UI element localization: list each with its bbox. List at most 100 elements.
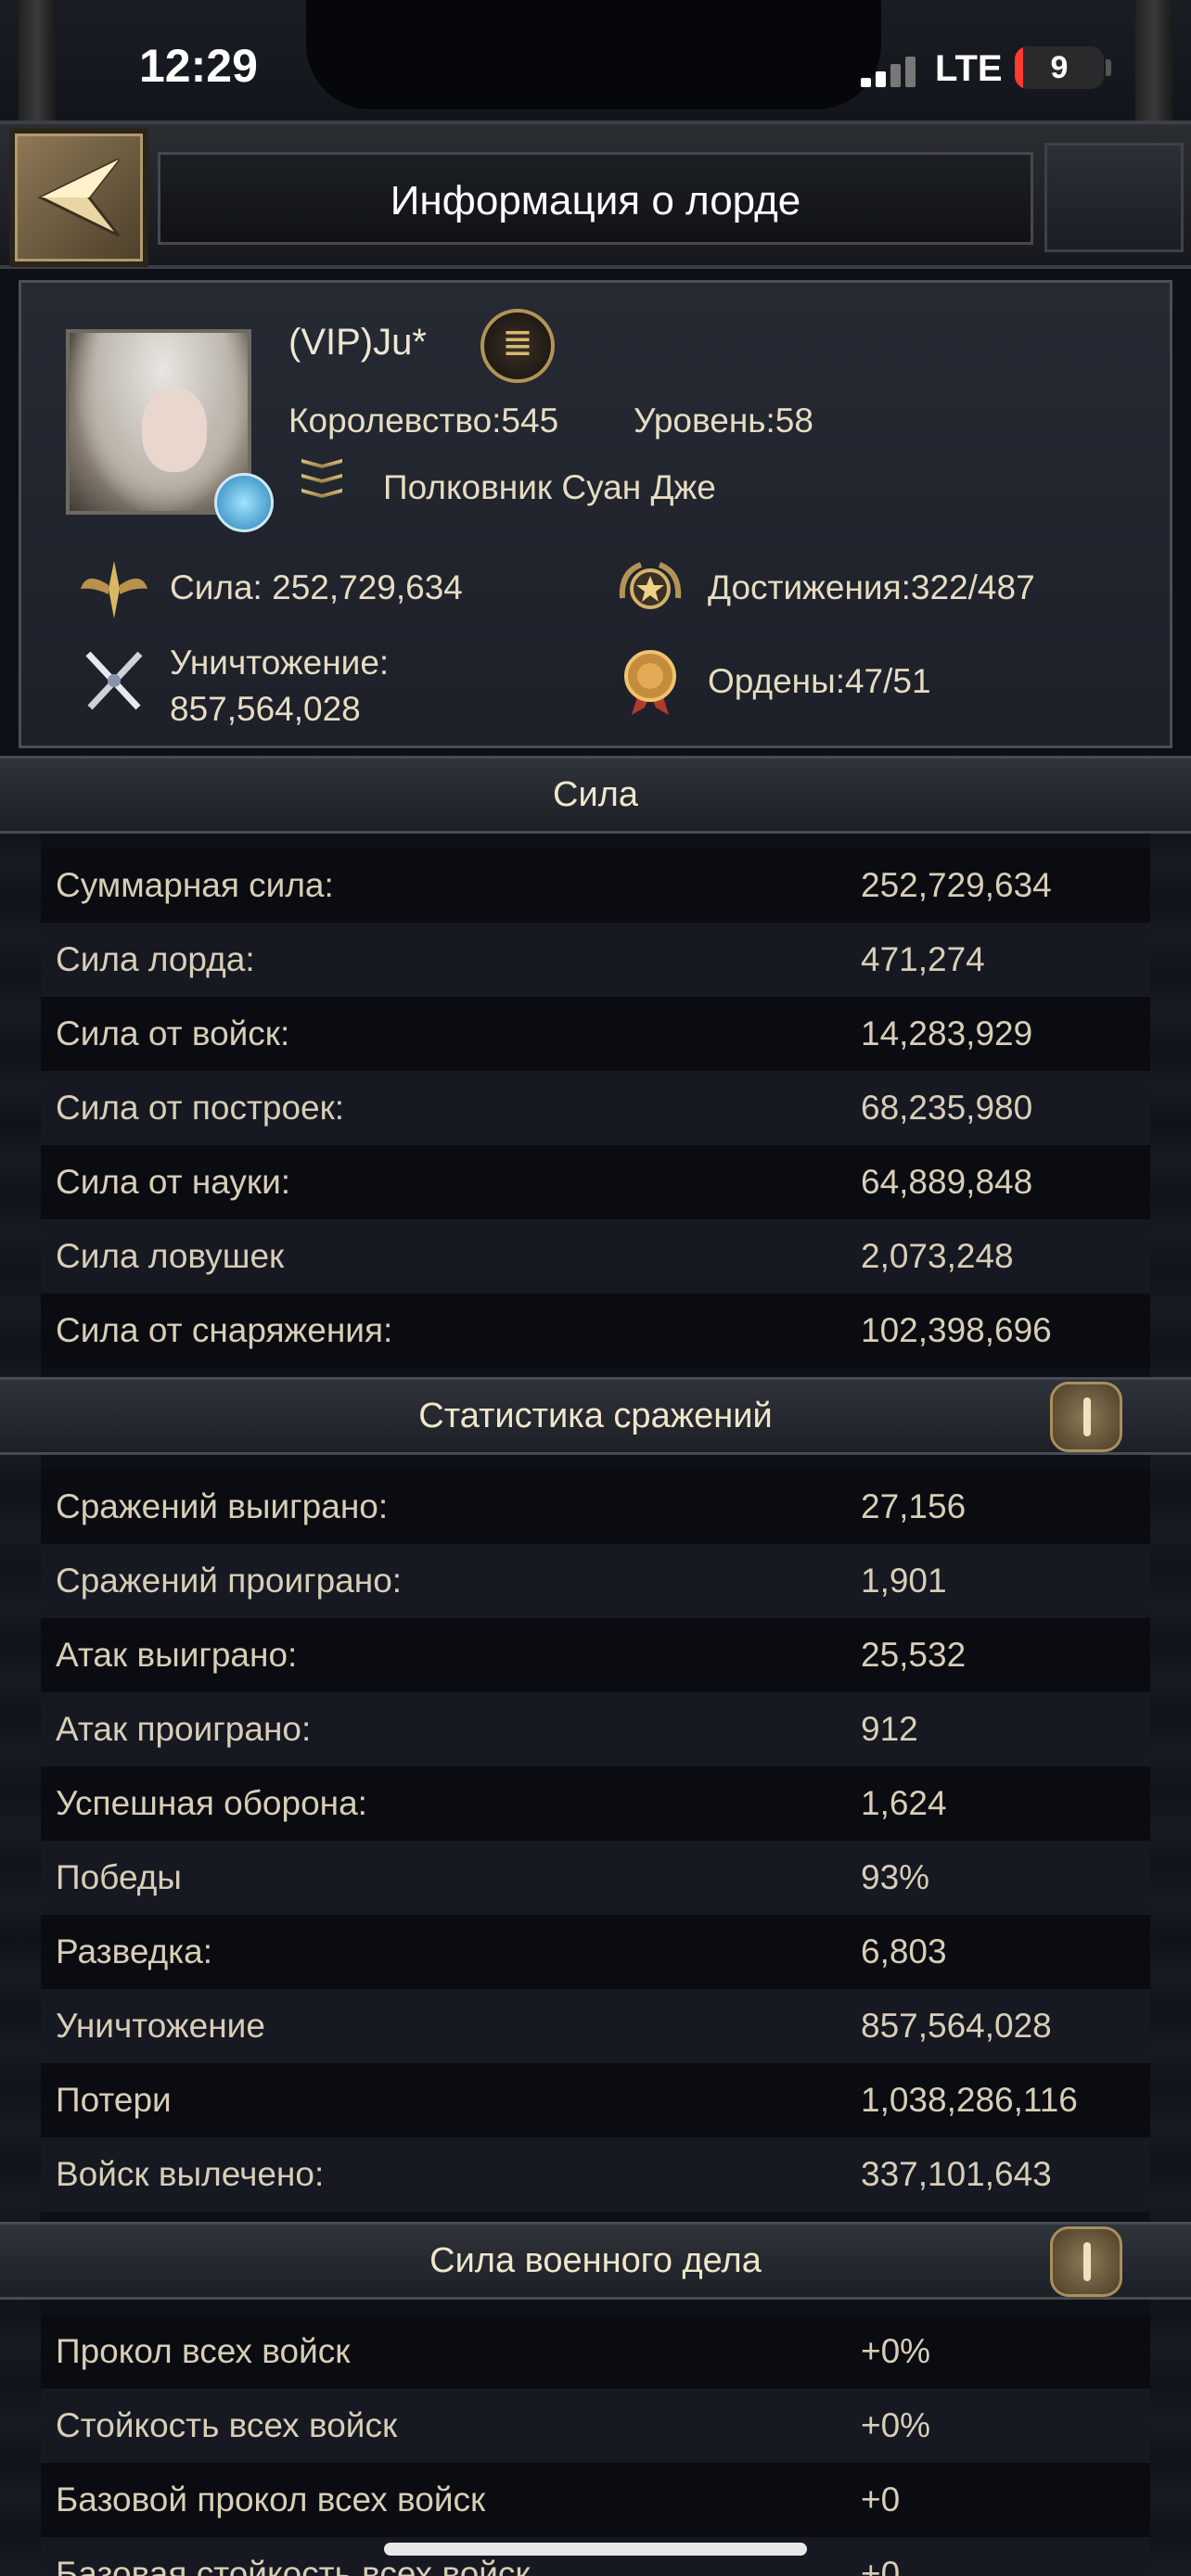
stat-row: Победы 93%	[41, 1841, 1150, 1915]
stat-value: 14,283,929	[861, 1014, 1033, 1052]
stat-row: Войск вылечено: 337,101,643	[41, 2137, 1150, 2212]
stat-label: Победы	[56, 1858, 182, 1896]
stat-row: Сила от войск: 14,283,929	[41, 997, 1150, 1071]
vip-list-icon[interactable]	[480, 309, 555, 383]
decor-frame-left	[0, 827, 41, 2576]
stat-value: +0%	[861, 2406, 931, 2444]
stat-value: 6,803	[861, 1932, 947, 1970]
stat-row: Разведка: 6,803	[41, 1915, 1150, 1989]
info-button[interactable]	[1050, 1382, 1122, 1452]
stat-value: +0	[861, 2555, 901, 2576]
stat-row: Сила ловушек 2,073,248	[41, 1219, 1150, 1294]
stat-row: Атак проиграно: 912	[41, 1692, 1150, 1766]
stat-value: 337,101,643	[861, 2155, 1052, 2193]
stat-row: Сражений проиграно: 1,901	[41, 1544, 1150, 1618]
stat-value: 1,624	[861, 1784, 947, 1822]
stat-label: Сражений проиграно:	[56, 1562, 403, 1600]
stat-value: 1,038,286,116	[861, 2081, 1078, 2119]
stat-row: Сила от снаряжения: 102,398,696	[41, 1294, 1150, 1368]
section-title: Сила	[553, 775, 638, 814]
stat-label: Базовая стойкость всех войск	[56, 2555, 531, 2576]
stat-label: Сила лорда:	[56, 940, 255, 978]
stat-label: Сила ловушек	[56, 1237, 285, 1275]
stat-label: Сила от науки:	[56, 1163, 291, 1201]
military-stats-list: Прокол всех войск +0% Стойкость всех войск…	[41, 2315, 1150, 2576]
battery-tip	[1106, 59, 1111, 76]
achievement-laurel-icon	[619, 562, 682, 609]
stat-value: 471,274	[861, 940, 985, 978]
battle-stats-list: Сражений выиграно: 27,156 Сражений проигра…	[41, 1470, 1150, 2212]
status-bar: 12:29 LTE 9	[0, 0, 1191, 139]
kingdom-label: Королевство:545	[288, 402, 559, 440]
stat-value: 912	[861, 1710, 918, 1748]
back-button[interactable]	[9, 128, 148, 267]
home-indicator[interactable]	[384, 2543, 807, 2556]
power-stats-list: Суммарная сила: 252,729,634 Сила лорда: 471…	[41, 848, 1150, 1368]
decor-pillar	[1135, 0, 1172, 139]
stat-value: 857,564,028	[861, 2007, 1052, 2045]
stat-value: 93%	[861, 1858, 930, 1896]
stat-label: Разведка:	[56, 1932, 213, 1970]
kills-value: Уничтожение: 857,564,028	[170, 644, 390, 728]
lord-profile-card: (VIP)Ju* Королевство:545 Уровень:58 Полк…	[19, 280, 1172, 748]
stat-label: Атак проиграно:	[56, 1710, 312, 1748]
section-title: Статистика сражений	[418, 1396, 773, 1435]
section-title: Сила военного дела	[429, 2241, 762, 2280]
power-value: Сила: 252,729,634	[170, 568, 463, 606]
stat-row: Сила лорда: 471,274	[41, 923, 1150, 997]
stat-value: +0%	[861, 2332, 931, 2370]
lord-name: (VIP)Ju*	[288, 322, 427, 363]
info-button[interactable]	[1050, 2226, 1122, 2297]
stat-row: Стойкость всех войск +0%	[41, 2389, 1150, 2463]
level-label: Уровень:58	[634, 402, 813, 440]
decor-pillar	[19, 0, 56, 139]
stat-label: Сражений выиграно:	[56, 1487, 389, 1525]
crossed-swords-icon	[85, 651, 143, 710]
signal-icon	[861, 56, 926, 87]
stat-row: Базовой прокол всех войск +0	[41, 2463, 1150, 2537]
decor-emblem	[1044, 143, 1184, 252]
stat-row: Уничтожение 857,564,028	[41, 1989, 1150, 2063]
stat-label: Базовой прокол всех войск	[56, 2480, 486, 2519]
stat-value: 102,398,696	[861, 1311, 1052, 1349]
stat-value: 252,729,634	[861, 866, 1052, 904]
stat-label: Сила от войск:	[56, 1014, 290, 1052]
decor-frame-right	[1150, 827, 1191, 2576]
stat-value: 1,901	[861, 1562, 947, 1600]
page-title: Информация о лорде	[158, 152, 1033, 245]
power-wings-icon	[81, 561, 147, 618]
rank-chevron-icon	[301, 459, 342, 515]
medals-value: Ордены:47/51	[708, 662, 931, 700]
stat-row: Сражений выиграно: 27,156	[41, 1470, 1150, 1544]
rank-title: Полковник Суан Дже	[383, 468, 716, 506]
stat-label: Уничтожение	[56, 2007, 265, 2045]
status-time: 12:29	[139, 40, 258, 92]
stat-label: Потери	[56, 2081, 172, 2119]
battery-icon: 9	[1015, 46, 1104, 89]
device-notch	[306, 0, 881, 109]
stat-label: Атак выиграно:	[56, 1636, 298, 1674]
battery-level: 9	[1050, 50, 1069, 85]
stat-value: 27,156	[861, 1487, 967, 1525]
title-bar: Информация о лорде	[0, 121, 1191, 269]
section-battle-header: Статистика сражений	[0, 1377, 1191, 1455]
network-type: LTE	[935, 48, 1003, 89]
stat-row: Потери 1,038,286,116	[41, 2063, 1150, 2137]
stat-value: 25,532	[861, 1636, 967, 1674]
section-military-header: Сила военного дела	[0, 2222, 1191, 2300]
refresh-icon[interactable]	[214, 473, 274, 532]
stat-value: 68,235,980	[861, 1089, 1033, 1127]
medal-icon	[624, 650, 676, 715]
stat-value: 2,073,248	[861, 1237, 1014, 1275]
stat-label: Стойкость всех войск	[56, 2406, 398, 2444]
stat-label: Успешная оборона:	[56, 1784, 367, 1822]
stat-value: 64,889,848	[861, 1163, 1033, 1201]
section-power-header: Сила	[0, 756, 1191, 834]
stat-label: Сила от построек:	[56, 1089, 345, 1127]
stat-row: Атак выиграно: 25,532	[41, 1618, 1150, 1692]
stat-value: +0	[861, 2480, 901, 2519]
stat-label: Прокол всех войск	[56, 2332, 351, 2370]
stat-row: Прокол всех войск +0%	[41, 2315, 1150, 2389]
stat-row: Сила от науки: 64,889,848	[41, 1145, 1150, 1219]
achievements-value: Достижения:322/487	[708, 568, 1035, 606]
